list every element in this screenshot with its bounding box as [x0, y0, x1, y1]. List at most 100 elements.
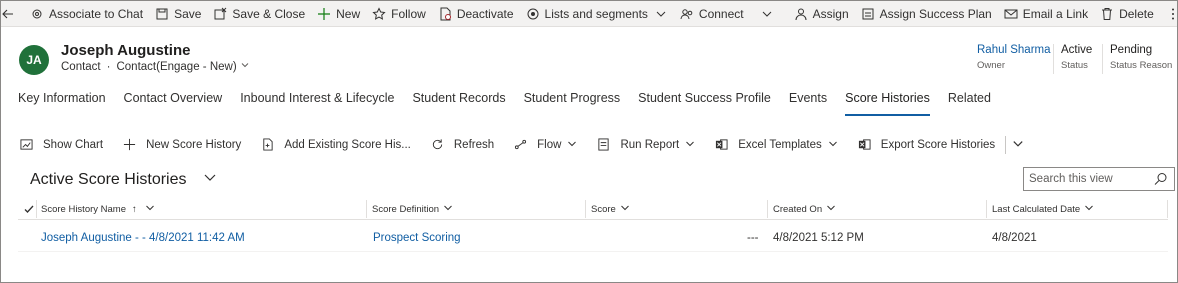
excel-templates-label: Excel Templates — [738, 139, 822, 151]
checkmark-icon — [24, 205, 34, 213]
add-existing-score-history-button[interactable]: Add Existing Score His... — [261, 138, 411, 152]
separator — [1005, 136, 1007, 154]
run-report-label: Run Report — [620, 139, 680, 151]
status-value: Active — [1061, 44, 1093, 56]
tab-key-information[interactable]: Key Information — [18, 91, 106, 111]
column-header-score-history-name[interactable]: Score History Name ↑ — [41, 198, 155, 220]
column-label: Last Calculated Date — [992, 203, 1081, 215]
arrow-left-icon — [1, 7, 15, 21]
owner-value[interactable]: Rahul Sharma — [977, 44, 1051, 56]
save-and-close-button[interactable]: Save & Close — [207, 1, 311, 27]
header-status: Active Status — [1061, 44, 1092, 71]
chevron-down-icon[interactable] — [240, 60, 250, 73]
lists-and-segments-button[interactable]: Lists and segments — [520, 1, 674, 27]
column-divider — [36, 200, 37, 218]
flow-button[interactable]: Flow — [514, 138, 577, 152]
header-owner[interactable]: Rahul Sharma Owner — [977, 44, 1051, 71]
header-status-reason: Pending Status Reason — [1110, 44, 1172, 71]
connect-button[interactable]: Connect — [674, 1, 750, 27]
add-existing-label: Add Existing Score His... — [284, 139, 411, 151]
score-definition-link[interactable]: Prospect Scoring — [373, 228, 461, 248]
email-a-link-label: Email a Link — [1022, 6, 1089, 21]
record-name: Joseph Augustine — [61, 42, 191, 59]
lists-and-segments-label: Lists and segments — [544, 6, 648, 21]
column-header-score[interactable]: Score — [591, 198, 630, 220]
tab-student-success-profile[interactable]: Student Success Profile — [638, 91, 771, 111]
chevron-down-icon — [654, 7, 668, 21]
tab-student-progress[interactable]: Student Progress — [524, 91, 621, 111]
chevron-down-icon — [145, 203, 155, 216]
score-history-name-link[interactable]: Joseph Augustine - - 4/8/2021 11:42 AM — [41, 228, 245, 248]
more-commands-button[interactable] — [1160, 1, 1178, 27]
tab-inbound-interest-lifecycle[interactable]: Inbound Interest & Lifecycle — [240, 91, 394, 111]
tab-contact-overview[interactable]: Contact Overview — [124, 91, 223, 111]
search-input[interactable] — [1029, 173, 1153, 185]
new-score-history-button[interactable]: New Score History — [123, 138, 241, 152]
tab-score-histories[interactable]: Score Histories — [845, 91, 930, 116]
column-label: Created On — [773, 203, 823, 215]
column-header-last-calculated-date[interactable]: Last Calculated Date — [992, 198, 1094, 220]
associate-to-chat-button[interactable]: Associate to Chat — [24, 1, 149, 27]
view-selector[interactable]: Active Score Histories — [30, 170, 217, 189]
select-all-checkbox[interactable] — [23, 198, 35, 220]
save-button[interactable]: Save — [149, 1, 207, 27]
more-vertical-icon — [1166, 7, 1178, 21]
chevron-down-icon — [826, 203, 836, 216]
column-header-created-on[interactable]: Created On — [773, 198, 836, 220]
new-label: New — [336, 6, 361, 21]
column-divider — [767, 200, 768, 218]
chevron-down-icon[interactable] — [203, 170, 217, 189]
created-on-value: 4/8/2021 5:12 PM — [773, 232, 864, 244]
refresh-label: Refresh — [453, 139, 495, 151]
show-chart-button[interactable]: Show Chart — [20, 138, 103, 152]
column-divider — [1167, 200, 1168, 218]
form-selector[interactable]: Contact(Engage - New) — [116, 61, 236, 73]
chevron-down-icon — [1084, 203, 1094, 216]
column-header-score-definition[interactable]: Score Definition — [372, 198, 453, 220]
refresh-button[interactable]: Refresh — [431, 138, 494, 152]
deactivate-button[interactable]: Deactivate — [432, 1, 520, 27]
export-score-histories-button[interactable]: Export Score Histories — [858, 138, 995, 152]
search-box — [1023, 167, 1175, 191]
excel-export-icon — [858, 138, 872, 152]
refresh-icon — [431, 138, 445, 152]
status-reason-label: Status Reason — [1110, 60, 1173, 71]
chevron-down-icon — [760, 7, 774, 21]
excel-templates-button[interactable]: Excel Templates — [715, 138, 838, 152]
back-button[interactable] — [1, 1, 20, 27]
chevron-down-icon — [828, 139, 838, 152]
tab-student-records[interactable]: Student Records — [412, 91, 505, 111]
connect-more-button[interactable] — [754, 1, 780, 27]
owner-label: Owner — [977, 60, 1005, 71]
deactivate-label: Deactivate — [456, 6, 514, 21]
entity-name: Contact — [61, 60, 101, 73]
email-a-link-button[interactable]: Email a Link — [998, 1, 1094, 27]
connect-label: Connect — [698, 6, 744, 21]
view-title[interactable]: Active Score Histories — [30, 171, 187, 189]
chevron-down-icon — [685, 139, 695, 152]
last-calculated-date-value: 4/8/2021 — [992, 232, 1037, 244]
chevron-down-icon — [1012, 138, 1024, 153]
follow-button[interactable]: Follow — [366, 1, 432, 27]
subgrid-toolbar: Show Chart New Score History Add Existin… — [20, 135, 1024, 155]
plus-icon — [317, 7, 331, 21]
new-button[interactable]: New — [311, 1, 366, 27]
run-report-button[interactable]: Run Report — [597, 138, 695, 152]
tab-events[interactable]: Events — [789, 91, 827, 111]
tab-related[interactable]: Related — [948, 91, 991, 111]
chevron-down-icon — [567, 139, 577, 152]
show-chart-label: Show Chart — [43, 139, 104, 151]
save-and-close-label: Save & Close — [232, 6, 306, 21]
separator-dot: · — [106, 60, 111, 73]
chart-icon — [20, 138, 34, 152]
delete-button[interactable]: Delete — [1094, 1, 1160, 27]
search-icon[interactable] — [1153, 171, 1169, 187]
more-subgrid-commands-button[interactable] — [1012, 138, 1024, 153]
chevron-down-icon — [443, 203, 453, 216]
table-row[interactable]: Joseph Augustine - - 4/8/2021 11:42 AM P… — [18, 228, 1168, 252]
segments-icon — [526, 7, 540, 21]
assign-success-plan-button[interactable]: Assign Success Plan — [855, 1, 998, 27]
connect-people-icon — [680, 7, 694, 21]
assign-button[interactable]: Assign — [788, 1, 855, 27]
chat-gear-icon — [30, 7, 44, 21]
